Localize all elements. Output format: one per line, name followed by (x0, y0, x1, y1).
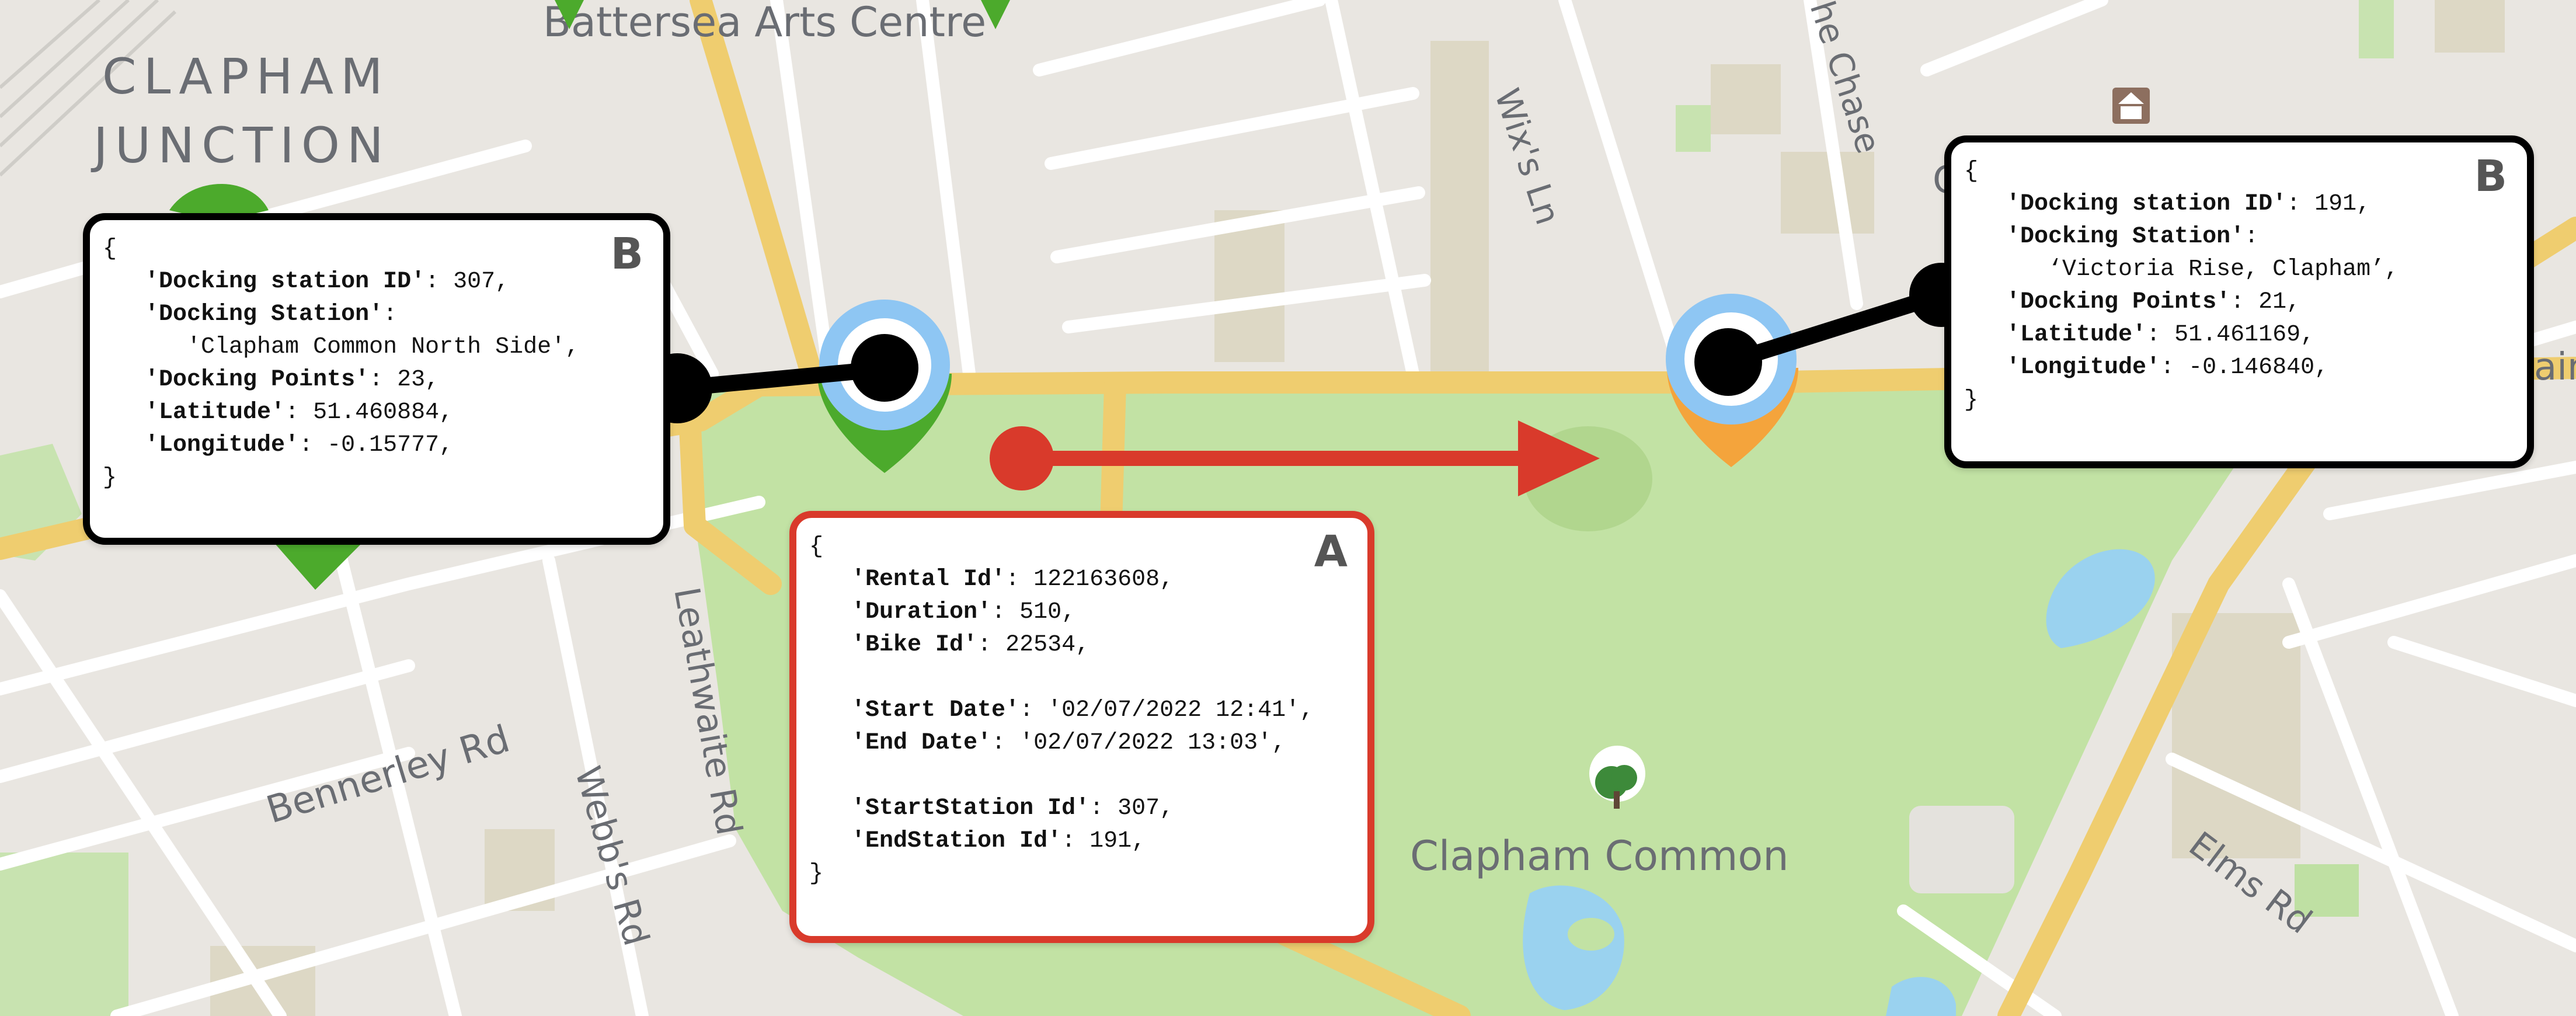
json-row: ‘Victoria Rise, Clapham’, (1964, 253, 2527, 286)
json-key: 'Duration' (851, 599, 992, 625)
json-key: 'Bike Id' (851, 632, 978, 658)
json-key: 'Latitude' (145, 399, 286, 426)
json-value: : 51.460884, (285, 399, 454, 426)
json-value: : '02/07/2022 12:41', (1019, 697, 1314, 723)
callout-badge: B (610, 229, 643, 279)
json-row: 'Docking Station': (103, 298, 663, 331)
building (2435, 0, 2505, 53)
json-value: : -0.15777, (299, 432, 454, 458)
json-key: 'Docking Station' (145, 301, 384, 328)
json-value: : (383, 301, 398, 328)
green-area (2359, 0, 2394, 58)
json-value: : 191, (2286, 191, 2371, 217)
json-key: 'Docking station ID' (145, 269, 426, 295)
green-area (0, 853, 128, 1016)
json-value: : 510, (991, 599, 1076, 625)
green-area (1676, 105, 1711, 152)
building (1909, 806, 2014, 893)
json-row: 'Docking station ID': 191, (1964, 188, 2527, 221)
json-close-brace: } (1964, 387, 1979, 413)
json-key: 'Rental Id' (851, 566, 1006, 593)
json-value: : 23, (369, 367, 440, 393)
json-open-brace: { (1964, 158, 1979, 185)
json-row: 'Rental Id': 122163608, (809, 563, 1367, 596)
json-value: : (2244, 224, 2259, 250)
json-spacer (809, 760, 1367, 792)
json-spacer (809, 662, 1367, 694)
json-row: 'Latitude': 51.461169, (1964, 319, 2527, 352)
json-value: : '02/07/2022 13:03', (991, 730, 1286, 756)
callout-badge: B (2474, 151, 2507, 201)
json-value: : 22534, (977, 632, 1090, 658)
museum-icon[interactable] (2112, 88, 2150, 124)
json-key: 'EndStation Id' (851, 828, 1062, 854)
json-open-brace: { (809, 534, 824, 560)
json-key: 'Docking Points' (145, 367, 370, 393)
json-value: : 122163608, (1005, 566, 1174, 593)
end-station-callout: B { 'Docking station ID': 191, 'Docking … (1944, 135, 2534, 468)
json-value: : 307, (1089, 795, 1174, 822)
json-value: 'Clapham Common North Side', (145, 334, 580, 360)
json-row: 'EndStation Id': 191, (809, 825, 1367, 858)
json-row: 'Longitude': -0.146840, (1964, 352, 2527, 384)
json-key: 'Latitude' (2006, 322, 2147, 348)
json-value: ‘Victoria Rise, Clapham’, (2006, 256, 2399, 283)
json-value: : 307, (425, 269, 510, 295)
json-key: 'StartStation Id' (851, 795, 1090, 822)
json-row: 'Longitude': -0.15777, (103, 429, 663, 462)
json-row: 'StartStation Id': 307, (809, 792, 1367, 825)
json-row: 'Duration': 510, (809, 596, 1367, 629)
json-row: 'Docking Points': 21, (1964, 286, 2527, 319)
json-row: 'End Date': '02/07/2022 13:03', (809, 727, 1367, 760)
json-key: 'Docking Station' (2006, 224, 2245, 250)
json-key: 'Longitude' (145, 432, 300, 458)
json-value: : 21, (2230, 289, 2301, 315)
json-row: 'Start Date': '02/07/2022 12:41', (809, 694, 1367, 727)
json-open-brace: { (103, 236, 117, 262)
building (1430, 41, 1489, 374)
building (1711, 64, 1781, 134)
json-close-brace: } (103, 465, 117, 491)
place-clapham-common: Clapham Common (1410, 832, 1789, 880)
json-value: : 191, (1061, 828, 1146, 854)
json-key: 'Docking station ID' (2006, 191, 2287, 217)
json-row: 'Bike Id': 22534, (809, 629, 1367, 662)
building (1781, 152, 1874, 234)
json-row: 'Latitude': 51.460884, (103, 396, 663, 429)
island (1568, 918, 1614, 951)
partial-label: ain (2534, 346, 2576, 389)
json-row: 'Docking station ID': 307, (103, 266, 663, 298)
json-row: 'Docking Points': 23, (103, 364, 663, 396)
json-close-brace: } (809, 861, 824, 887)
json-key: 'End Date' (851, 730, 992, 756)
svg-text:CLAPHAM: CLAPHAM (102, 48, 390, 105)
rental-callout: A { 'Rental Id': 122163608, 'Duration': … (789, 511, 1374, 943)
json-value: : 51.461169, (2146, 322, 2315, 348)
json-key: 'Longitude' (2006, 354, 2161, 381)
map-figure: CLAPHAM JUNCTION Battersea Arts Centre C… (0, 0, 2576, 1016)
json-key: 'Docking Points' (2006, 289, 2231, 315)
json-key: 'Start Date' (851, 697, 1020, 723)
place-battersea-arts-centre: Battersea Arts Centre (543, 0, 986, 46)
json-row: 'Docking Station': (1964, 221, 2527, 253)
start-station-callout: B { 'Docking station ID': 307, 'Docking … (83, 213, 670, 545)
json-row: 'Clapham Common North Side', (103, 331, 663, 364)
json-value: : -0.146840, (2160, 354, 2329, 381)
svg-text:JUNCTION: JUNCTION (90, 117, 391, 174)
callout-badge: A (1314, 527, 1348, 577)
